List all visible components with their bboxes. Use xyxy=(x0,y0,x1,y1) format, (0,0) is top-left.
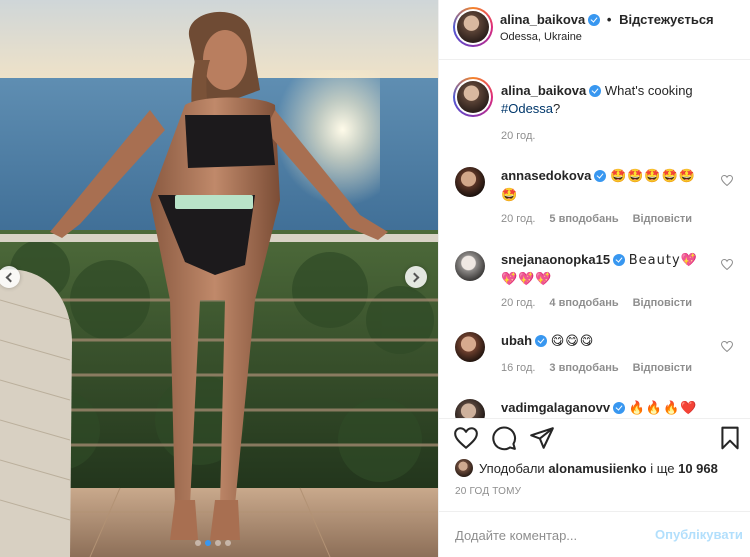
verified-badge-icon xyxy=(594,170,607,182)
comment-text: annasedokova 🤩🤩🤩🤩🤩🤩 xyxy=(501,167,711,205)
liked-by-user[interactable]: alonamusiienko xyxy=(548,461,646,476)
comment-text: snejanaonopka15 Beauty💖💖💖💖 xyxy=(501,251,711,289)
comment-time[interactable]: 20 год. xyxy=(501,297,535,309)
liked-by-middle: і ще xyxy=(650,460,675,476)
author-username[interactable]: alina_baikova xyxy=(500,12,585,27)
comment-username[interactable]: vadimgalaganovv xyxy=(501,400,610,415)
header-separator: • xyxy=(606,12,612,27)
header-title-row: alina_baikova • Відстежується xyxy=(500,12,714,27)
comment-icon[interactable] xyxy=(491,425,517,451)
comment-meta: 16 год. 3 вподобань Відповісти xyxy=(501,362,692,374)
comment-likes[interactable]: 4 вподобань xyxy=(549,297,618,309)
liked-by-avatar[interactable] xyxy=(455,459,473,477)
comment-likes[interactable]: 3 вподобань xyxy=(549,362,618,374)
comment-like-heart-icon[interactable] xyxy=(721,341,733,352)
bookmark-icon[interactable] xyxy=(717,425,743,451)
caption-meta: 20 год. xyxy=(501,130,535,142)
post-side-panel: alina_baikova • Відстежується Odessa, Uk… xyxy=(438,0,750,557)
comment-item: annasedokova 🤩🤩🤩🤩🤩🤩 20 год. 5 вподобань … xyxy=(439,161,750,241)
heart-icon[interactable] xyxy=(453,425,479,451)
carousel-dot xyxy=(215,540,221,546)
liked-by-prefix: Уподобали xyxy=(479,460,545,476)
comment-item: vadimgalaganovv 🔥🔥🔥❤️ xyxy=(439,396,750,418)
caption-time[interactable]: 20 год. xyxy=(501,130,535,142)
comment-body: 🔥🔥🔥❤️ xyxy=(628,401,698,416)
comment-avatar[interactable] xyxy=(455,167,485,197)
follow-status-button[interactable]: Відстежується xyxy=(619,12,714,27)
like-count[interactable]: 10 968 xyxy=(678,461,718,476)
verified-badge-icon xyxy=(535,335,548,347)
comment-input[interactable] xyxy=(455,525,645,545)
post-header: alina_baikova • Відстежується Odessa, Uk… xyxy=(439,0,750,60)
comment-text: vadimgalaganovv 🔥🔥🔥❤️ xyxy=(501,399,711,418)
verified-badge-icon xyxy=(589,85,602,97)
verified-badge-icon xyxy=(613,254,626,266)
publish-button[interactable]: Опублікувати xyxy=(655,527,743,542)
comment-likes[interactable]: 5 вподобань xyxy=(549,213,618,225)
comment-avatar[interactable] xyxy=(455,399,485,418)
comment-meta: 20 год. 4 вподобань Відповісти xyxy=(501,297,692,309)
comment-text: ubah 😋😋😋 xyxy=(501,332,711,351)
carousel-dot xyxy=(195,540,201,546)
caption-hashtag[interactable]: #Odessa xyxy=(501,101,553,116)
verified-badge-icon xyxy=(588,14,601,26)
comment-reply-button[interactable]: Відповісти xyxy=(633,213,692,225)
comments-list[interactable]: alina_baikova What's cooking #Odessa? 20… xyxy=(439,61,750,418)
carousel-dot xyxy=(205,540,211,546)
post-location[interactable]: Odessa, Ukraine xyxy=(500,31,582,43)
chevron-right-icon xyxy=(409,272,420,282)
comment-time[interactable]: 20 год. xyxy=(501,213,535,225)
comment-like-heart-icon[interactable] xyxy=(721,259,733,270)
comment-time[interactable]: 16 год. xyxy=(501,362,535,374)
add-comment-form: Опублікувати xyxy=(439,511,750,557)
share-icon[interactable] xyxy=(529,425,555,451)
instagram-post: alina_baikova • Відстежується Odessa, Uk… xyxy=(0,0,750,557)
post-actions-bar xyxy=(439,418,750,458)
caption-username[interactable]: alina_baikova xyxy=(501,83,586,98)
comment-avatar[interactable] xyxy=(455,332,485,362)
caption-avatar[interactable] xyxy=(453,77,493,117)
comment-username[interactable]: ubah xyxy=(501,333,532,348)
comment-item: snejanaonopka15 Beauty💖💖💖💖 20 год. 4 впо… xyxy=(439,245,750,325)
photo-scene xyxy=(0,0,438,557)
caption-text: alina_baikova What's cooking #Odessa? xyxy=(501,82,711,118)
post-photo[interactable] xyxy=(0,0,438,557)
chevron-left-icon xyxy=(5,272,16,282)
caption-body: What's cooking xyxy=(604,83,693,98)
comment-meta: 20 год. 5 вподобань Відповісти xyxy=(501,213,692,225)
comment-username[interactable]: snejanaonopka15 xyxy=(501,252,610,267)
author-avatar[interactable] xyxy=(453,7,493,47)
post-timestamp[interactable]: 20 ГОД ТОМУ xyxy=(455,486,521,497)
comment-avatar[interactable] xyxy=(455,251,485,281)
comment-like-heart-icon[interactable] xyxy=(721,175,733,186)
carousel-next-button[interactable] xyxy=(405,266,427,288)
liked-by-row: Уподобали alonamusiienko і ще 10 968 xyxy=(455,458,718,478)
verified-badge-icon xyxy=(613,402,626,414)
comment-body: 😋😋😋 xyxy=(550,334,595,349)
carousel-dots xyxy=(195,540,231,546)
comment-reply-button[interactable]: Відповісти xyxy=(633,297,692,309)
caption-suffix: ? xyxy=(553,101,561,116)
carousel-dot xyxy=(225,540,231,546)
comment-username[interactable]: annasedokova xyxy=(501,168,591,183)
comment-reply-button[interactable]: Відповісти xyxy=(633,362,692,374)
